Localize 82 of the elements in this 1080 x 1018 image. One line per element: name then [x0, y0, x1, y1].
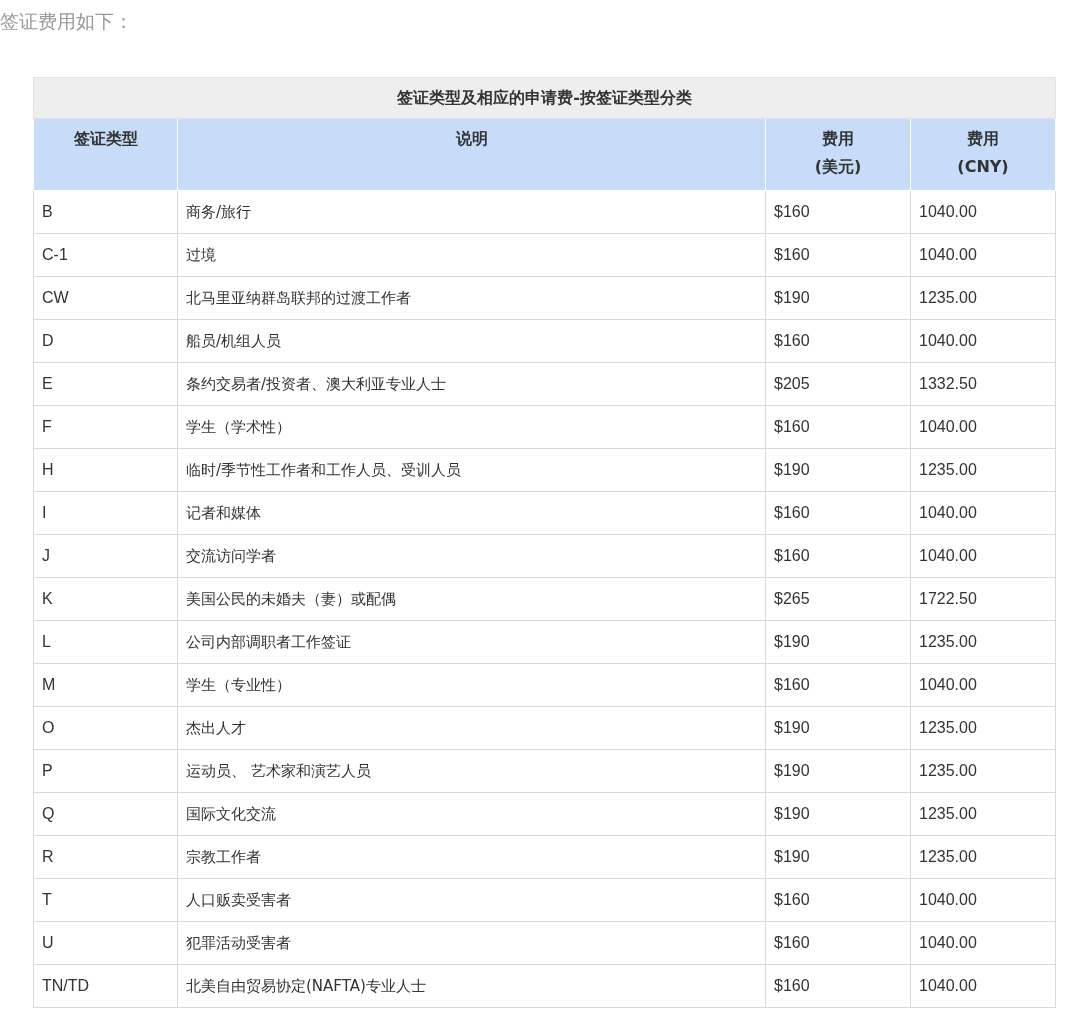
table-cell: 美国公民的未婚夫（妻）或配偶	[177, 577, 766, 621]
table-cell: D	[33, 319, 178, 363]
table-cell: 1040.00	[910, 233, 1056, 277]
table-cell: U	[33, 921, 178, 965]
intro-text: 签证费用如下：	[0, 9, 134, 34]
table-cell: 1040.00	[910, 964, 1056, 1008]
table-cell: R	[33, 835, 178, 879]
table-cell: 学生（专业性）	[177, 663, 766, 707]
table-cell: 临时/季节性工作者和工作人员、受训人员	[177, 448, 766, 492]
table-cell: O	[33, 706, 178, 750]
table-cell: 1722.50	[910, 577, 1056, 621]
table-cell: I	[33, 491, 178, 535]
table-cell: $160	[765, 190, 911, 234]
table-cell: 1235.00	[910, 448, 1056, 492]
table-cell: J	[33, 534, 178, 578]
table-cell: 学生（学术性）	[177, 405, 766, 449]
table-cell: 船员/机组人员	[177, 319, 766, 363]
table-cell: CW	[33, 276, 178, 320]
table-cell: L	[33, 620, 178, 664]
table-cell: TN/TD	[33, 964, 178, 1008]
table-cell: 记者和媒体	[177, 491, 766, 535]
table-cell: $190	[765, 276, 911, 320]
table-cell: $160	[765, 233, 911, 277]
table-cell: $160	[765, 964, 911, 1008]
table-cell: 1235.00	[910, 792, 1056, 836]
table-cell: 1040.00	[910, 921, 1056, 965]
table-cell: Q	[33, 792, 178, 836]
column-header: 签证类型	[33, 118, 178, 191]
table-cell: 宗教工作者	[177, 835, 766, 879]
table-cell: 1235.00	[910, 706, 1056, 750]
table-cell: $205	[765, 362, 911, 406]
table-title: 签证类型及相应的申请费-按签证类型分类	[33, 77, 1056, 119]
table-cell: 过境	[177, 233, 766, 277]
table-cell: $160	[765, 405, 911, 449]
table-cell: 1235.00	[910, 835, 1056, 879]
table-cell: 1040.00	[910, 405, 1056, 449]
table-cell: $265	[765, 577, 911, 621]
table-cell: $190	[765, 706, 911, 750]
table-cell: E	[33, 362, 178, 406]
table-cell: 交流访问学者	[177, 534, 766, 578]
table-cell: M	[33, 663, 178, 707]
column-header: 费用 (美元)	[765, 118, 911, 191]
table-cell: $160	[765, 319, 911, 363]
table-cell: 北马里亚纳群岛联邦的过渡工作者	[177, 276, 766, 320]
table-cell: 1040.00	[910, 663, 1056, 707]
table-cell: 1235.00	[910, 620, 1056, 664]
column-header: 费用 (CNY)	[910, 118, 1056, 191]
table-cell: 1235.00	[910, 276, 1056, 320]
table-cell: C-1	[33, 233, 178, 277]
table-cell: $160	[765, 534, 911, 578]
table-cell: 国际文化交流	[177, 792, 766, 836]
table-cell: 1040.00	[910, 534, 1056, 578]
table-cell: $190	[765, 792, 911, 836]
table-cell: $190	[765, 835, 911, 879]
table-cell: F	[33, 405, 178, 449]
table-cell: $190	[765, 749, 911, 793]
table-cell: 1040.00	[910, 491, 1056, 535]
table-cell: $190	[765, 448, 911, 492]
table-cell: $160	[765, 878, 911, 922]
table-cell: 1332.50	[910, 362, 1056, 406]
table-cell: 1040.00	[910, 319, 1056, 363]
table-cell: 1040.00	[910, 190, 1056, 234]
table-cell: 运动员、 艺术家和演艺人员	[177, 749, 766, 793]
table-cell: 条约交易者/投资者、澳大利亚专业人士	[177, 362, 766, 406]
table-cell: B	[33, 190, 178, 234]
table-cell: P	[33, 749, 178, 793]
table-cell: T	[33, 878, 178, 922]
table-cell: H	[33, 448, 178, 492]
column-header: 说明	[177, 118, 766, 191]
table-cell: 1040.00	[910, 878, 1056, 922]
table-cell: 商务/旅行	[177, 190, 766, 234]
table-cell: $160	[765, 663, 911, 707]
table-cell: $160	[765, 921, 911, 965]
table-cell: 犯罪活动受害者	[177, 921, 766, 965]
table-cell: K	[33, 577, 178, 621]
table-cell: 杰出人才	[177, 706, 766, 750]
table-cell: 公司内部调职者工作签证	[177, 620, 766, 664]
table-cell: 人口贩卖受害者	[177, 878, 766, 922]
table-cell: $160	[765, 491, 911, 535]
table-cell: 北美自由贸易协定(NAFTA)专业人士	[177, 964, 766, 1008]
table-cell: 1235.00	[910, 749, 1056, 793]
table-cell: $190	[765, 620, 911, 664]
